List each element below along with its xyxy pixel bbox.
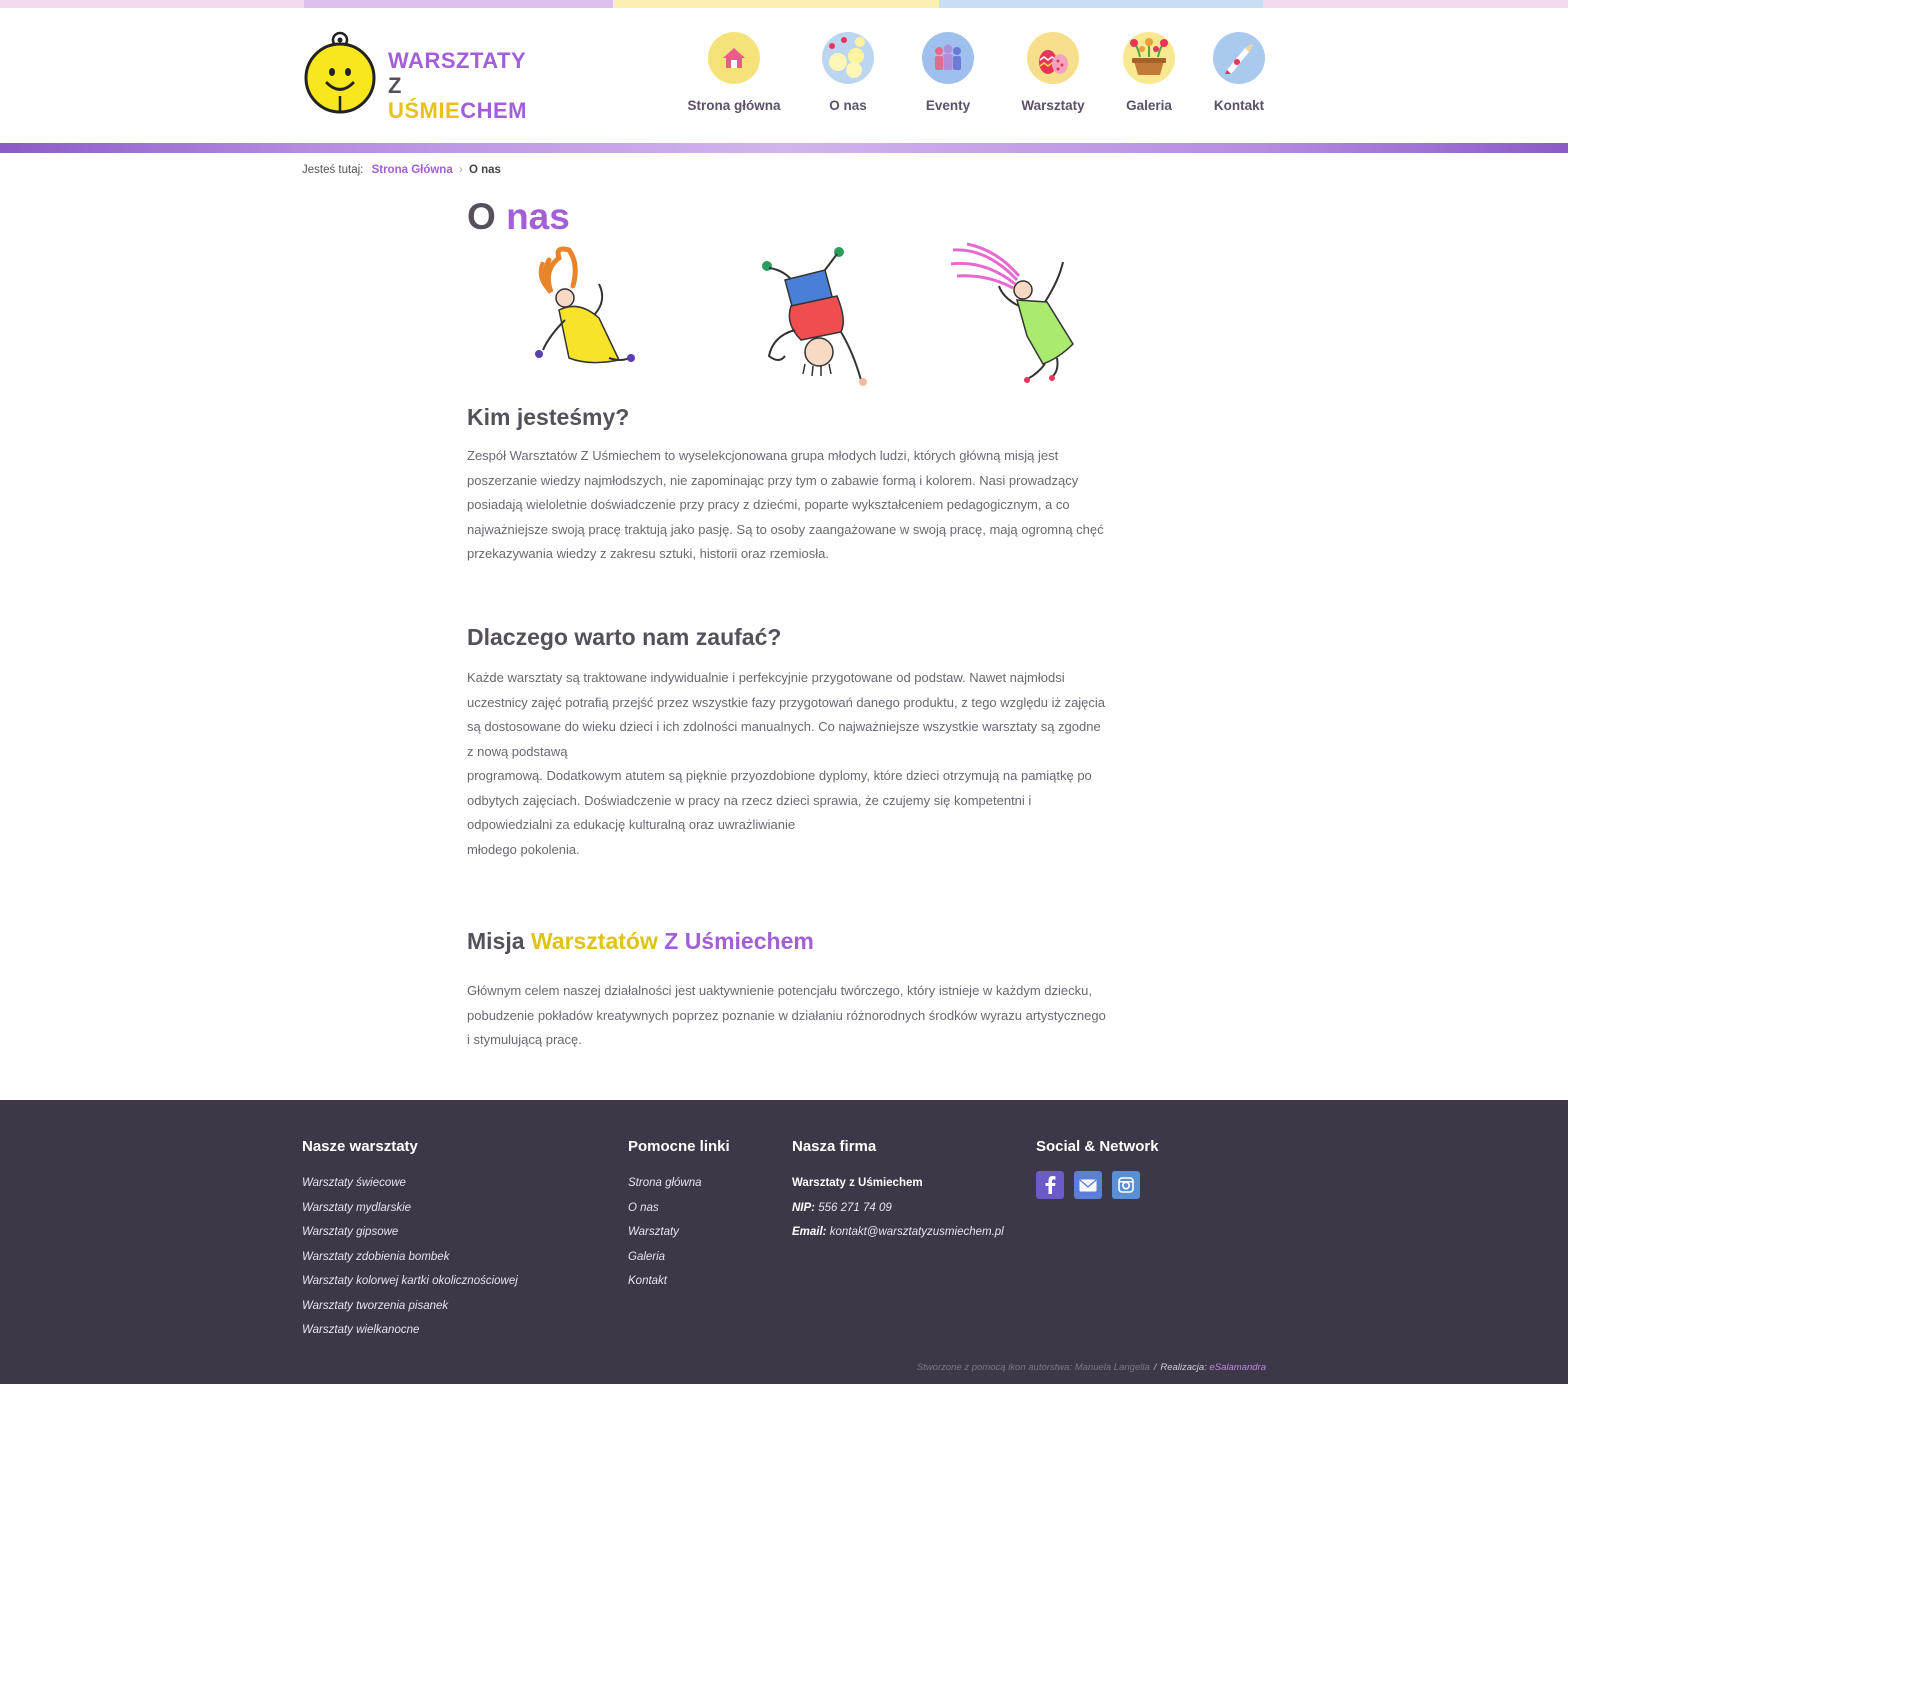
site-footer: Nasze warsztaty Warsztaty świecowe Warsz… — [0, 1100, 1568, 1384]
footer-link[interactable]: Warsztaty świecowe — [302, 1171, 518, 1196]
footer-heading: Nasza firma — [792, 1138, 877, 1155]
section-text-who-we-are: Zespół Warsztatów Z Uśmiechem to wyselek… — [467, 448, 1104, 561]
mission-heading-yellow: Warsztatów — [530, 928, 665, 954]
page-title-plain: O — [467, 196, 507, 237]
nav-item-home[interactable]: Strona główna — [679, 32, 789, 113]
footer-link[interactable]: O nas — [628, 1196, 730, 1221]
why-trust-paragraph-3: młodego pokolenia. — [467, 841, 580, 857]
social-links — [1036, 1171, 1159, 1199]
easter-eggs-icon — [1027, 32, 1079, 84]
company-name: Warsztaty z Uśmiechem — [792, 1177, 923, 1189]
kid-girl-yellow-dress-icon — [535, 246, 635, 364]
realization-label: Realizacja: — [1160, 1362, 1207, 1373]
top-color-strip — [0, 0, 1568, 8]
nav-label: O nas — [829, 98, 867, 113]
credits-separator: / — [1153, 1362, 1157, 1373]
nav-label: Kontakt — [1213, 98, 1265, 113]
footer-links-list: Strona główna O nas Warsztaty Galeria Ko… — [628, 1171, 730, 1294]
section-heading-mission: Misja Warsztatów Z Uśmiechem — [467, 928, 814, 955]
footer-links-column: Pomocne linki Strona główna O nas Warszt… — [628, 1138, 730, 1294]
realization-link[interactable]: eSalamandra — [1209, 1362, 1266, 1373]
footer-link[interactable]: Warsztaty zdobienia bombek — [302, 1245, 518, 1270]
footer-link[interactable]: Warsztaty mydlarskie — [302, 1196, 518, 1221]
letter-icon — [1213, 32, 1265, 84]
icons-credit: Stworzone z pomocą ikon autorstwa: Manue… — [916, 1362, 1150, 1373]
section-text-why-trust: Każde warsztaty są traktowane indywidual… — [467, 666, 1107, 862]
footer-link[interactable]: Galeria — [628, 1245, 730, 1270]
page-title: O nas — [467, 192, 1107, 242]
page-title-accent: nas — [506, 196, 570, 237]
footer-heading: Pomocne linki — [628, 1138, 730, 1155]
section-heading-why-trust: Dlaczego warto nam zaufać? — [467, 624, 782, 650]
kids-illustration — [467, 240, 1107, 390]
nav-label: Eventy — [925, 98, 971, 113]
footer-link[interactable]: Kontakt — [628, 1269, 730, 1294]
footer-heading: Social & Network — [1036, 1138, 1159, 1155]
flower-pot-icon — [1123, 32, 1175, 84]
nav-item-workshops[interactable]: Warsztaty — [998, 32, 1108, 113]
breadcrumb-prefix: Jesteś tutaj: — [302, 164, 364, 176]
footer-social-column: Social & Network — [1036, 1138, 1159, 1199]
footer-link[interactable]: Warsztaty wielkanocne — [302, 1318, 518, 1343]
why-trust-paragraph-2: programową. Dodatkowym atutem są pięknie… — [467, 768, 1092, 832]
footer-link[interactable]: Warsztaty kolorwej kartki okolicznościow… — [302, 1269, 518, 1294]
chicks-icon — [822, 32, 874, 84]
footer-credits: Stworzone z pomocą ikon autorstwa: Manue… — [917, 1362, 1266, 1373]
home-icon — [708, 32, 760, 84]
mail-icon[interactable] — [1074, 1171, 1102, 1199]
footer-heading: Nasze warsztaty — [302, 1138, 418, 1155]
breadcrumb: Jesteś tutaj: Strona Główna › O nas — [302, 164, 501, 176]
company-email: Email: kontakt@warsztatyzusmiechem.pl — [792, 1226, 1004, 1238]
footer-link[interactable]: Warsztaty tworzenia pisanek — [302, 1294, 518, 1319]
mission-heading-purple: Z Uśmiechem — [664, 928, 814, 954]
people-icon — [922, 32, 974, 84]
top-strip-yellow — [613, 0, 939, 8]
breadcrumb-separator: › — [458, 164, 463, 176]
footer-workshops-column: Nasze warsztaty Warsztaty świecowe Warsz… — [302, 1138, 518, 1343]
top-strip-purple — [304, 0, 613, 8]
kid-girl-pink-hair-icon — [950, 242, 1074, 383]
main-nav: Strona główna O nas Eventy Warsztaty Gal… — [0, 32, 1568, 122]
nav-item-events[interactable]: Eventy — [893, 32, 1003, 113]
header-divider — [0, 143, 1568, 153]
kid-boy-upside-down-icon — [762, 247, 867, 386]
top-strip-blue — [939, 0, 1263, 8]
nav-item-contact[interactable]: Kontakt — [1184, 32, 1294, 113]
why-trust-paragraph-1: Każde warsztaty są traktowane indywidual… — [467, 670, 1106, 759]
nav-label: Warsztaty — [1021, 98, 1085, 113]
section-heading-who-we-are: Kim jesteśmy? — [467, 404, 630, 430]
nav-label: Strona główna — [687, 98, 781, 113]
footer-company-column: Nasza firma Warsztaty z Uśmiechem NIP: 5… — [792, 1138, 1004, 1245]
footer-link[interactable]: Warsztaty — [628, 1220, 730, 1245]
instagram-icon[interactable] — [1112, 1171, 1140, 1199]
company-nip: NIP: 556 271 74 09 — [792, 1201, 892, 1214]
main-content: O nas — [467, 192, 1107, 242]
nav-item-about[interactable]: O nas — [793, 32, 903, 113]
site-header: WARSZTATY Z UŚMIECHEM Strona główna O na… — [0, 8, 1568, 143]
breadcrumb-home-link[interactable]: Strona Główna — [372, 164, 453, 176]
breadcrumb-current: O nas — [468, 164, 501, 176]
company-email-link[interactable]: kontakt@warsztatyzusmiechem.pl — [830, 1226, 1004, 1238]
mission-heading-plain: Misja — [467, 928, 531, 954]
footer-workshops-list: Warsztaty świecowe Warsztaty mydlarskie … — [302, 1171, 518, 1343]
section-text-mission: Głównym celem naszej działalności jest u… — [467, 983, 1106, 1047]
footer-link[interactable]: Strona główna — [628, 1171, 730, 1196]
facebook-icon[interactable] — [1036, 1171, 1064, 1199]
footer-link[interactable]: Warsztaty gipsowe — [302, 1220, 518, 1245]
